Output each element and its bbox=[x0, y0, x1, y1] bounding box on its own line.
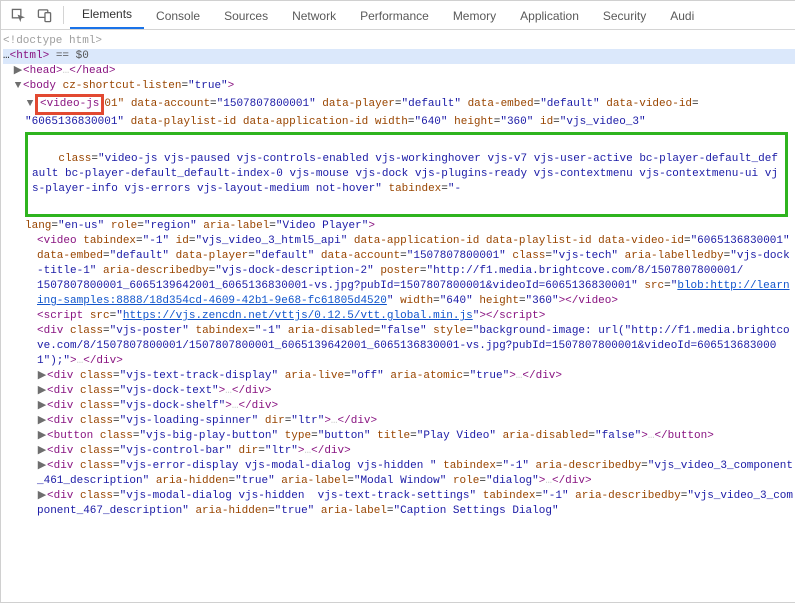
tab-console[interactable]: Console bbox=[144, 2, 212, 29]
elements-dom-tree[interactable]: <!doctype html> …<html> == $0 ▶<head>…</… bbox=[1, 30, 795, 519]
tab-performance[interactable]: Performance bbox=[348, 2, 441, 29]
dock-shelf-row[interactable]: ▶<div class="vjs-dock-shelf">…</div> bbox=[3, 399, 795, 414]
video-js-element-row[interactable]: ▼<video-js01" data-account="150780780000… bbox=[3, 94, 795, 115]
control-bar-row[interactable]: ▶<div class="vjs-control-bar" dir="ltr">… bbox=[3, 444, 795, 459]
tab-elements[interactable]: Elements bbox=[70, 0, 144, 29]
doctype-node[interactable]: <!doctype html> bbox=[3, 35, 102, 47]
video-js-lang-row[interactable]: lang="en-us" role="region" aria-label="V… bbox=[3, 219, 795, 234]
script-vttjs-row[interactable]: <script src="https://vjs.zencdn.net/vttj… bbox=[3, 309, 795, 324]
tab-security[interactable]: Security bbox=[591, 2, 658, 29]
tab-memory[interactable]: Memory bbox=[441, 2, 508, 29]
tab-sources[interactable]: Sources bbox=[212, 2, 280, 29]
tab-network[interactable]: Network bbox=[280, 2, 348, 29]
highlight-video-js-class: class="video-js vjs-paused vjs-controls-… bbox=[25, 132, 788, 217]
toggle-device-icon[interactable] bbox=[31, 4, 57, 26]
tab-audits[interactable]: Audi bbox=[658, 2, 706, 29]
tt-settings-row[interactable]: ▶<div class="vjs-modal-dialog vjs-hidden… bbox=[3, 489, 795, 519]
script-src-link[interactable]: https://vjs.zencdn.net/vttjs/0.12.5/vtt.… bbox=[123, 310, 473, 322]
select-element-icon[interactable] bbox=[5, 4, 31, 26]
devtools-tabs: Elements Console Sources Network Perform… bbox=[70, 1, 706, 29]
head-element-row[interactable]: ▶<head>…</head> bbox=[3, 64, 795, 79]
loading-spinner-row[interactable]: ▶<div class="vjs-loading-spinner" dir="l… bbox=[3, 414, 795, 429]
html-element-row[interactable]: …<html> == $0 bbox=[3, 49, 795, 64]
video-js-attrs-row[interactable]: "6065136830001" data-playlist-id data-ap… bbox=[3, 115, 795, 130]
devtools-toolbar: Elements Console Sources Network Perform… bbox=[1, 1, 795, 30]
error-display-row[interactable]: ▶<div class="vjs-error-display vjs-modal… bbox=[3, 459, 795, 489]
big-play-button-row[interactable]: ▶<button class="vjs-big-play-button" typ… bbox=[3, 429, 795, 444]
body-element-row[interactable]: ▼<body cz-shortcut-listen="true"> bbox=[3, 79, 795, 94]
dock-text-row[interactable]: ▶<div class="vjs-dock-text">…</div> bbox=[3, 384, 795, 399]
video-element-row[interactable]: <video tabindex="-1" id="vjs_video_3_htm… bbox=[3, 234, 795, 309]
poster-div-row[interactable]: <div class="vjs-poster" tabindex="-1" ar… bbox=[3, 324, 795, 369]
text-track-display-row[interactable]: ▶<div class="vjs-text-track-display" ari… bbox=[3, 369, 795, 384]
highlight-video-js-tag: <video-js bbox=[35, 94, 104, 115]
tab-application[interactable]: Application bbox=[508, 2, 591, 29]
toolbar-divider bbox=[63, 6, 64, 24]
